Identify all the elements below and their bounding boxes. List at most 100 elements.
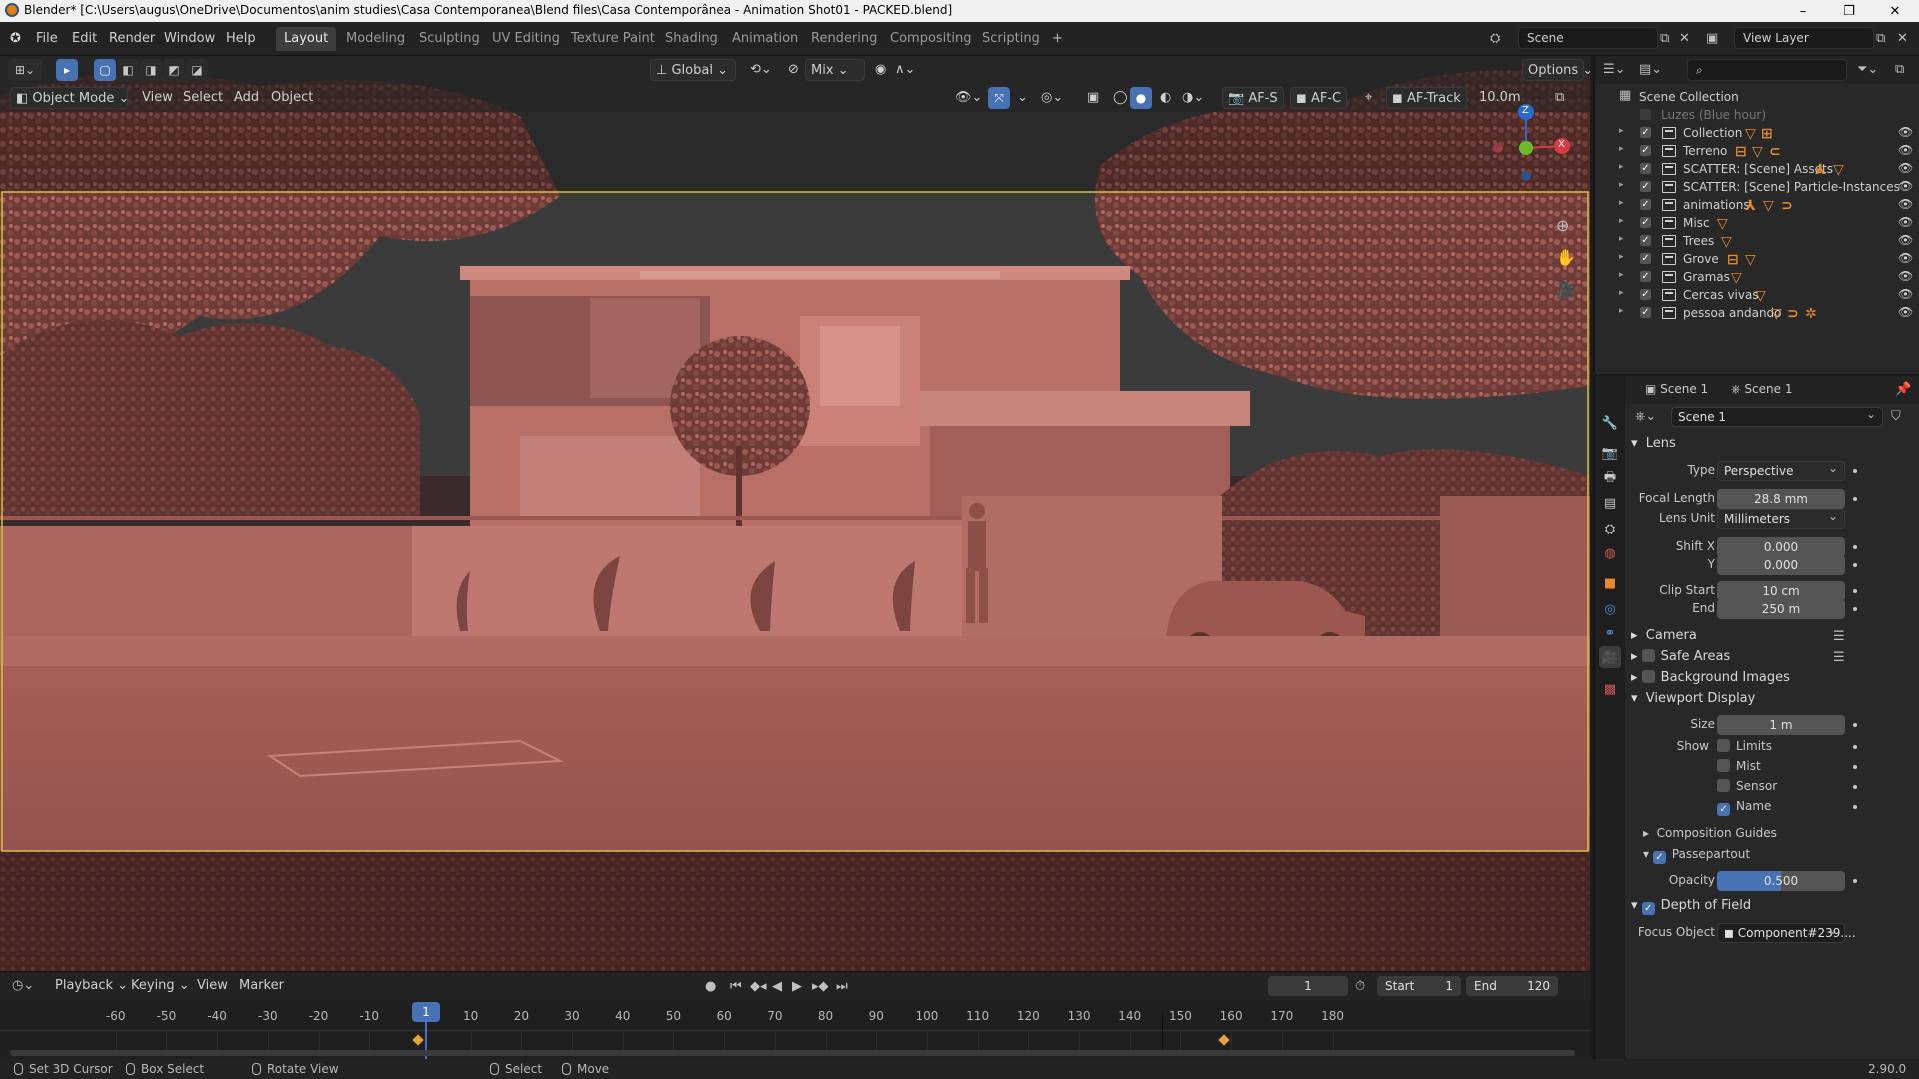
shift-x-field[interactable]: 0.000 xyxy=(1717,537,1845,557)
expand-arrow-icon[interactable]: ▸ xyxy=(1619,252,1624,262)
camera-icon[interactable]: 🎥 xyxy=(1556,280,1576,299)
collection-name[interactable]: SCATTER: [Scene] Assets xyxy=(1683,162,1833,176)
collection-name[interactable]: animations xyxy=(1683,198,1750,212)
keyframe-dot[interactable] xyxy=(1853,765,1857,769)
add-workspace-button[interactable]: + xyxy=(1044,27,1071,51)
visibility-eye-icon[interactable]: 👁 xyxy=(1898,305,1913,319)
scene-breadcrumb[interactable]: ▣ Scene 1 xyxy=(1645,382,1708,396)
focus-icon[interactable]: ⌖ xyxy=(1360,87,1377,109)
constraints-tab-icon[interactable]: ⚭ xyxy=(1599,622,1621,644)
collection-checkbox[interactable]: ✓ xyxy=(1639,234,1652,247)
output-tab-icon[interactable]: 🖶 xyxy=(1599,468,1621,490)
mist-checkbox[interactable]: Mist xyxy=(1717,759,1761,773)
navigation-gizmo[interactable]: Z X xyxy=(1482,96,1572,186)
visibility-eye-icon[interactable]: 👁 xyxy=(1898,179,1913,193)
visibility-eye-icon[interactable]: 👁 xyxy=(1898,287,1913,301)
snap-mix-dropdown[interactable]: Mix ⌄ xyxy=(805,59,865,81)
pan-hand-icon[interactable]: ✋ xyxy=(1556,248,1576,267)
tab-uv-editing[interactable]: UV Editing xyxy=(484,27,568,51)
menu-file[interactable]: File xyxy=(30,27,64,51)
passepartout-panel-header[interactable]: ▾ ✓ Passepartout xyxy=(1643,847,1750,864)
af-c-button[interactable]: ◼ AF-C xyxy=(1290,87,1348,109)
overlays-icon[interactable]: ◎⌄ xyxy=(1036,87,1068,109)
safe-areas-panel-header[interactable]: ▸ Safe Areas xyxy=(1631,649,1730,664)
camera-datablock-field[interactable]: Scene 1 xyxy=(1671,405,1883,427)
presets-list-icon[interactable]: ☰ xyxy=(1833,650,1845,665)
expand-arrow-icon[interactable]: ▸ xyxy=(1619,162,1624,172)
render-tab-icon[interactable]: 📷 xyxy=(1599,442,1621,464)
pin-icon[interactable]: 📌 xyxy=(1895,382,1911,397)
expand-arrow-icon[interactable]: ▸ xyxy=(1619,126,1624,136)
xray-icon[interactable]: ▣ xyxy=(1082,87,1104,109)
proportional-editing-icon[interactable]: ◉ xyxy=(870,59,891,81)
outliner-collection-row[interactable]: ▸ ✓ pessoa andando ▽ ⊃ ✲ 👁 xyxy=(1595,302,1919,324)
collection-name[interactable]: Terreno xyxy=(1683,144,1727,158)
collection-checkbox[interactable]: ✓ xyxy=(1639,126,1652,139)
select-tool-icon[interactable]: ▸ xyxy=(56,59,78,81)
clip-start-field[interactable]: 10 cm xyxy=(1717,581,1845,601)
keyframe-marker[interactable] xyxy=(412,1034,424,1046)
menu-view[interactable]: View xyxy=(137,87,178,109)
keyframe-marker[interactable] xyxy=(1218,1034,1230,1046)
collection-name[interactable]: pessoa andando xyxy=(1683,306,1782,320)
select-mode-intersect-icon[interactable]: ◪ xyxy=(186,59,208,81)
gizmo-icon[interactable]: ⤧ xyxy=(988,87,1010,109)
viewport-display-panel-header[interactable]: ▾ Viewport Display xyxy=(1631,691,1755,706)
shading-rendered-icon[interactable]: ◑⌄ xyxy=(1177,87,1209,109)
pivot-point-icon[interactable]: ⟲⌄ xyxy=(745,59,777,81)
collection-checkbox[interactable]: ✓ xyxy=(1639,162,1652,175)
visibility-eye-icon[interactable]: 👁 xyxy=(1898,269,1913,283)
shading-solid-icon[interactable]: ● xyxy=(1130,87,1152,109)
visibility-eye-icon[interactable]: 👁 xyxy=(1898,143,1913,157)
menu-window[interactable]: Window xyxy=(158,27,221,51)
falloff-icon[interactable]: ∧⌄ xyxy=(890,59,920,81)
new-collection-icon[interactable]: ⧉ xyxy=(1895,62,1904,77)
maximize-button[interactable]: ❐ xyxy=(1826,0,1872,22)
tab-animation[interactable]: Animation xyxy=(724,27,806,51)
playhead-frame[interactable]: 1 xyxy=(412,1002,440,1022)
menu-help[interactable]: Help xyxy=(220,27,262,51)
timeline-scrollbar[interactable] xyxy=(10,1050,1575,1056)
tab-texture-paint[interactable]: Texture Paint xyxy=(563,27,663,51)
depth-of-field-panel-header[interactable]: ▾ ✓ Depth of Field xyxy=(1631,898,1751,915)
texture-tab-icon[interactable]: ▩ xyxy=(1599,678,1621,700)
focus-object-field[interactable]: ◼ Component#239.... xyxy=(1717,921,1856,943)
scene-selector[interactable]: Scene xyxy=(1518,27,1658,49)
tool-tab-icon[interactable]: 🔧 xyxy=(1599,412,1621,434)
properties-editor[interactable]: ⚙⌄ ▣ Scene 1 ⎈ Scene 1 📌 🔧 📷 🖶 ▤ ⛭ ◍ ■ ◎… xyxy=(1593,376,1919,1059)
limits-checkbox[interactable]: Limits xyxy=(1717,739,1772,753)
select-mode-new-icon[interactable]: ▢ xyxy=(94,59,116,81)
tab-compositing[interactable]: Compositing xyxy=(882,27,980,51)
keyframe-dot[interactable] xyxy=(1853,497,1857,501)
expand-arrow-icon[interactable]: ▸ xyxy=(1619,306,1624,316)
sensor-checkbox[interactable]: Sensor xyxy=(1717,779,1777,793)
collection-checkbox[interactable]: ✓ xyxy=(1639,306,1652,319)
shift-y-field[interactable]: 0.000 xyxy=(1717,555,1845,575)
scene-icon[interactable]: ⛭ xyxy=(1490,31,1500,46)
focal-length-field[interactable]: 28.8 mm xyxy=(1717,489,1845,509)
clip-end-field[interactable]: 250 m xyxy=(1717,599,1845,619)
menu-object[interactable]: Object xyxy=(266,87,318,109)
expand-arrow-icon[interactable]: ▸ xyxy=(1619,144,1624,154)
collection-name[interactable]: Trees xyxy=(1683,234,1714,248)
camera-data-tab-icon[interactable]: 🎥 xyxy=(1599,646,1621,668)
lens-type-dropdown[interactable]: Perspective xyxy=(1717,459,1845,481)
shading-material-icon[interactable]: ◐ xyxy=(1155,87,1176,109)
collection-checkbox[interactable]: ✓ xyxy=(1639,144,1652,157)
background-images-checkbox[interactable] xyxy=(1641,670,1655,683)
visibility-eye-icon[interactable]: 👁 xyxy=(1898,197,1913,211)
display-size-field[interactable]: 1 m xyxy=(1717,715,1845,735)
minimize-button[interactable]: – xyxy=(1780,0,1826,22)
keyframe-dot[interactable] xyxy=(1853,607,1857,611)
select-mode-subtract-icon[interactable]: ◨ xyxy=(140,59,162,81)
keyframe-dot[interactable] xyxy=(1853,785,1857,789)
outliner-search-input[interactable]: ⌕ xyxy=(1687,59,1847,81)
visibility-icon[interactable]: 👁⌄ xyxy=(950,87,987,109)
visibility-eye-icon[interactable]: 👁 xyxy=(1898,215,1913,229)
delete-view-layer-icon[interactable]: ✕ xyxy=(1897,31,1908,46)
tab-rendering[interactable]: Rendering xyxy=(803,27,885,51)
camera-breadcrumb[interactable]: ⎈ Scene 1 xyxy=(1731,382,1792,397)
expand-arrow-icon[interactable]: ▸ xyxy=(1619,198,1624,208)
object-mode-dropdown[interactable]: ◧ Object Mode ⌄ xyxy=(10,87,129,109)
menu-edit[interactable]: Edit xyxy=(66,27,103,51)
